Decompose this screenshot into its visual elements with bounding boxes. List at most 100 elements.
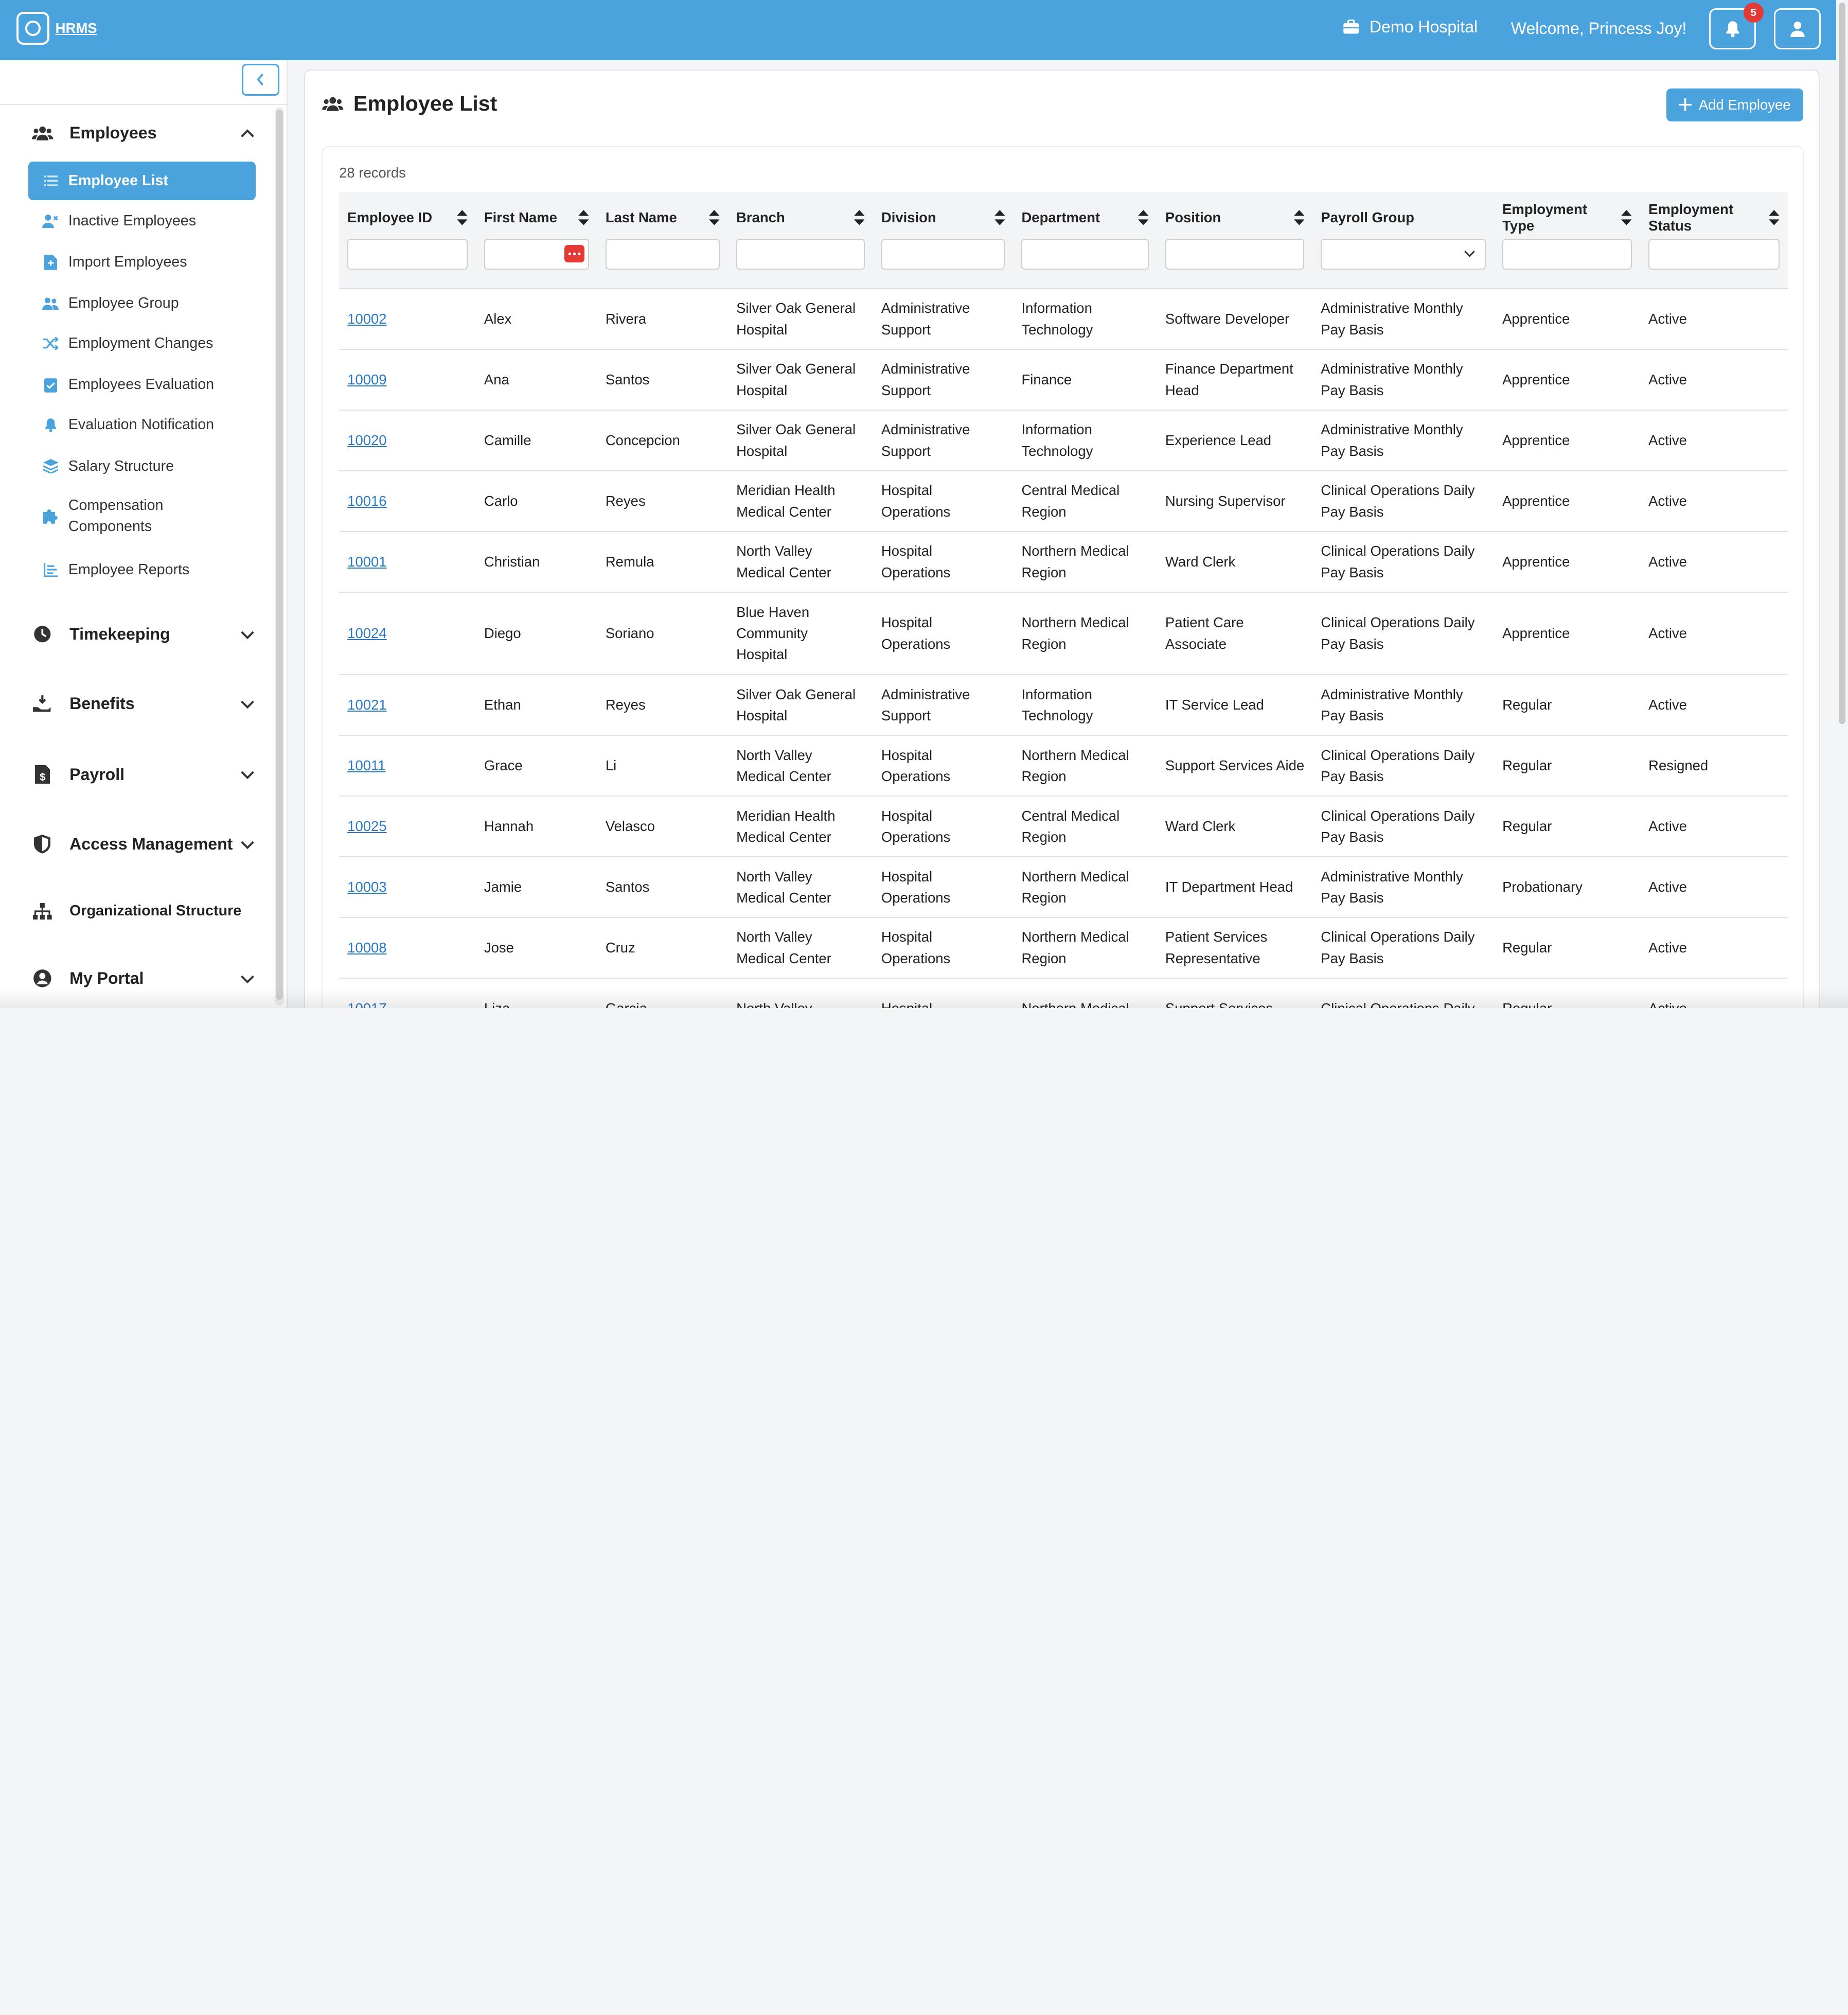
employee-id-link[interactable]: 10002	[347, 311, 386, 327]
sort-icon[interactable]	[994, 210, 1005, 226]
employee-id-link[interactable]: 10025	[347, 818, 386, 834]
column-filter-input[interactable]	[1165, 239, 1305, 270]
table-row[interactable]: 10021 Ethan Reyes Silver Oak General Hospit…	[339, 674, 1788, 736]
collapse-sidebar-button[interactable]	[241, 63, 279, 96]
employee-id-link[interactable]: 10003	[347, 879, 386, 895]
table-cell: Patient Services Representative	[1157, 917, 1313, 979]
table-cell: Regular	[1494, 796, 1641, 857]
sidebar-item-employees-evaluation[interactable]: Employees Evaluation	[28, 365, 256, 404]
table-cell: Hospital Operations	[873, 917, 1014, 979]
table-cell: Finance Department Head	[1157, 349, 1313, 411]
column-header[interactable]: Employment Status	[1640, 191, 1788, 289]
column-header[interactable]: Employee ID	[339, 191, 476, 289]
column-header[interactable]: Division	[873, 191, 1014, 289]
employee-id-link[interactable]: 10011	[347, 757, 385, 773]
sidebar-item-evaluation-notification[interactable]: Evaluation Notification	[28, 405, 256, 445]
sort-icon[interactable]	[578, 210, 589, 226]
chevron-up-icon	[241, 129, 254, 138]
table-row[interactable]: 10003 Jamie Santos North Valley Medical Cen…	[339, 856, 1788, 918]
sidebar-item-employee-group[interactable]: Employee Group	[28, 284, 256, 323]
table-row[interactable]: 10011 Grace Li North Valley Medical Center H…	[339, 735, 1788, 797]
column-filter-input[interactable]	[1648, 239, 1780, 270]
sidebar-section-timekeeping[interactable]: Timekeeping	[32, 624, 256, 645]
notifications-button[interactable]: 5	[1709, 3, 1764, 50]
table-cell: Reyes	[597, 470, 728, 532]
column-header[interactable]: Department	[1013, 191, 1157, 289]
puzzle-icon	[42, 508, 59, 524]
table-row[interactable]: 10001 Christian Remula North Valley Medical…	[339, 531, 1788, 593]
hrms-logo-icon[interactable]	[16, 11, 50, 45]
sidebar-item-employment-changes[interactable]: Employment Changes	[28, 324, 256, 363]
brand-link[interactable]: HRMS	[56, 20, 97, 37]
column-filter-input[interactable]	[347, 239, 468, 270]
sort-icon[interactable]	[1621, 210, 1632, 226]
user-menu-button[interactable]	[1773, 8, 1821, 50]
table-cell: Information Technology	[1013, 288, 1157, 350]
table-cell: Remula	[597, 531, 728, 593]
table-cell: Ethan	[475, 674, 597, 736]
column-header-label: First Name	[484, 209, 557, 226]
sort-icon[interactable]	[457, 210, 468, 226]
sidebar-section-payroll[interactable]: $ Payroll	[32, 764, 256, 785]
more-dots-icon[interactable]	[564, 244, 584, 263]
employee-id-link[interactable]: 10021	[347, 697, 386, 713]
employee-id-link[interactable]: 10020	[347, 432, 386, 448]
column-filter-input[interactable]	[605, 239, 720, 270]
sidebar-section-access-management[interactable]: Access Management	[32, 834, 256, 855]
sort-icon[interactable]	[854, 210, 865, 226]
sidebar-section-my-portal[interactable]: My Portal	[32, 968, 256, 989]
table-cell: Alex	[475, 288, 597, 350]
sort-icon[interactable]	[1293, 210, 1305, 226]
table-row[interactable]: 10016 Carlo Reyes Meridian Health Medical C…	[339, 470, 1788, 532]
sort-icon[interactable]	[1138, 210, 1149, 226]
page-scrollbar[interactable]	[1836, 0, 1848, 1008]
sidebar-item-employee-reports[interactable]: Employee Reports	[28, 551, 256, 590]
column-filter-input[interactable]	[881, 239, 1005, 270]
sidebar-section-employees[interactable]: Employees	[31, 122, 256, 144]
table-row[interactable]: 10020 Camille Concepcion Silver Oak General…	[339, 410, 1788, 471]
table-row[interactable]: 10002 Alex Rivera Silver Oak General Hospit…	[339, 288, 1788, 350]
sidebar-item-label: Evaluation Notification	[68, 416, 215, 433]
employee-id-link[interactable]: 10001	[347, 554, 386, 570]
column-filter-input[interactable]	[1502, 239, 1632, 270]
column-header[interactable]: Employment Type	[1494, 191, 1641, 289]
column-header[interactable]: Branch	[728, 191, 873, 289]
sort-icon[interactable]	[1768, 210, 1780, 226]
sidebar-item-salary-structure[interactable]: Salary Structure	[28, 447, 256, 486]
table-row[interactable]: 10009 Ana Santos Silver Oak General Hospita…	[339, 349, 1788, 411]
employee-id-link[interactable]: 10016	[347, 493, 386, 509]
sidebar-item-import-employees[interactable]: Import Employees	[28, 243, 256, 282]
table-cell: Northern Medical Region	[1013, 735, 1157, 797]
hospital-selector[interactable]: Demo Hospital	[1342, 17, 1478, 37]
table-cell: Patient Care Associate	[1157, 592, 1313, 675]
column-header[interactable]: Last Name	[597, 191, 728, 289]
table-cell: Hospital Operations	[873, 592, 1014, 675]
sidebar-item-inactive-employees[interactable]: Inactive Employees	[28, 202, 256, 241]
sidebar-item-employee-list[interactable]: Employee List	[28, 161, 256, 201]
payroll-group-filter-select[interactable]	[1321, 239, 1486, 270]
employee-id-link[interactable]: 10024	[347, 625, 386, 641]
sidebar-section-organizational-structure[interactable]: Organizational Structure	[32, 900, 256, 922]
employee-id-link[interactable]: 10008	[347, 940, 386, 956]
table-cell: Santos	[597, 349, 728, 411]
table-cell: IT Service Lead	[1157, 674, 1313, 736]
sort-icon[interactable]	[709, 210, 720, 226]
table-row[interactable]: 10025 Hannah Velasco Meridian Health Medica…	[339, 796, 1788, 857]
table-row[interactable]: 10024 Diego Soriano Blue Haven Community Ho…	[339, 592, 1788, 675]
sidebar-scrollbar[interactable]	[274, 107, 285, 1006]
table-row[interactable]: 10008 Jose Cruz North Valley Medical Center…	[339, 917, 1788, 979]
column-header-label: Employment Status	[1648, 201, 1733, 234]
column-header[interactable]: Payroll Group	[1312, 191, 1495, 289]
sidebar-section-benefits[interactable]: Benefits	[32, 693, 256, 714]
employee-id-link[interactable]: 10009	[347, 372, 386, 387]
add-employee-button[interactable]: Add Employee	[1666, 88, 1803, 121]
table-cell: IT Department Head	[1157, 856, 1313, 918]
table-cell: North Valley Medical Center	[728, 531, 873, 593]
sidebar-item-compensation-components[interactable]: Compensation Components	[28, 488, 256, 544]
column-header[interactable]: Position	[1157, 191, 1313, 289]
column-filter-input[interactable]	[1021, 239, 1149, 270]
column-filter-input[interactable]	[736, 239, 865, 270]
table-cell: Northern Medical Region	[1013, 856, 1157, 918]
column-header[interactable]: First Name	[475, 191, 597, 289]
table-cell: Clinical Operations Daily Pay Basis	[1312, 917, 1495, 979]
